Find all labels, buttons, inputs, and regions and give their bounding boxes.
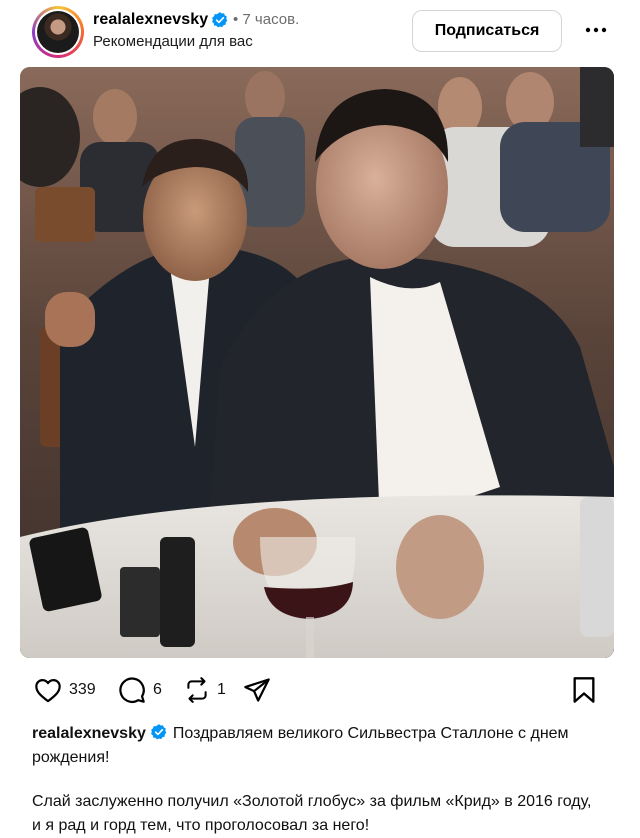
- more-dots-icon[interactable]: [584, 20, 608, 40]
- recommendation-label: Рекомендации для вас: [93, 33, 253, 50]
- photo-illustration: [20, 67, 614, 658]
- action-bar: 339 6 1: [0, 668, 640, 712]
- verified-badge-icon: [150, 724, 167, 740]
- like-action[interactable]: 339: [34, 668, 96, 712]
- bookmark-icon[interactable]: [572, 676, 596, 704]
- post-photo[interactable]: [20, 67, 614, 658]
- verified-badge-icon: [212, 12, 228, 28]
- share-action[interactable]: [243, 668, 271, 712]
- post-header: realalexnevsky • 7 часов. Рекомендации д…: [0, 0, 640, 66]
- repost-icon[interactable]: [184, 676, 210, 704]
- like-count: 339: [69, 681, 96, 698]
- repost-count: 1: [217, 681, 226, 698]
- repost-action[interactable]: 1: [184, 668, 226, 712]
- post-username[interactable]: realalexnevsky: [93, 11, 208, 29]
- caption-paragraph-1: realalexnevsky Поздравляем великого Силь…: [32, 722, 592, 770]
- caption-paragraph-2: Слай заслуженно получил «Золотой глобус»…: [32, 793, 592, 834]
- follow-button[interactable]: Подписаться: [412, 10, 562, 52]
- post-caption: realalexnevsky Поздравляем великого Силь…: [32, 722, 592, 838]
- comment-count: 6: [153, 681, 162, 698]
- post-time: • 7 часов.: [233, 11, 300, 28]
- comment-action[interactable]: 6: [118, 668, 162, 712]
- avatar-photo: [37, 11, 79, 53]
- heart-icon[interactable]: [34, 677, 62, 703]
- caption-username[interactable]: realalexnevsky: [32, 725, 146, 742]
- send-icon[interactable]: [243, 676, 271, 704]
- comment-bubble-icon[interactable]: [118, 676, 146, 704]
- avatar[interactable]: [32, 6, 84, 58]
- save-action[interactable]: [572, 668, 596, 712]
